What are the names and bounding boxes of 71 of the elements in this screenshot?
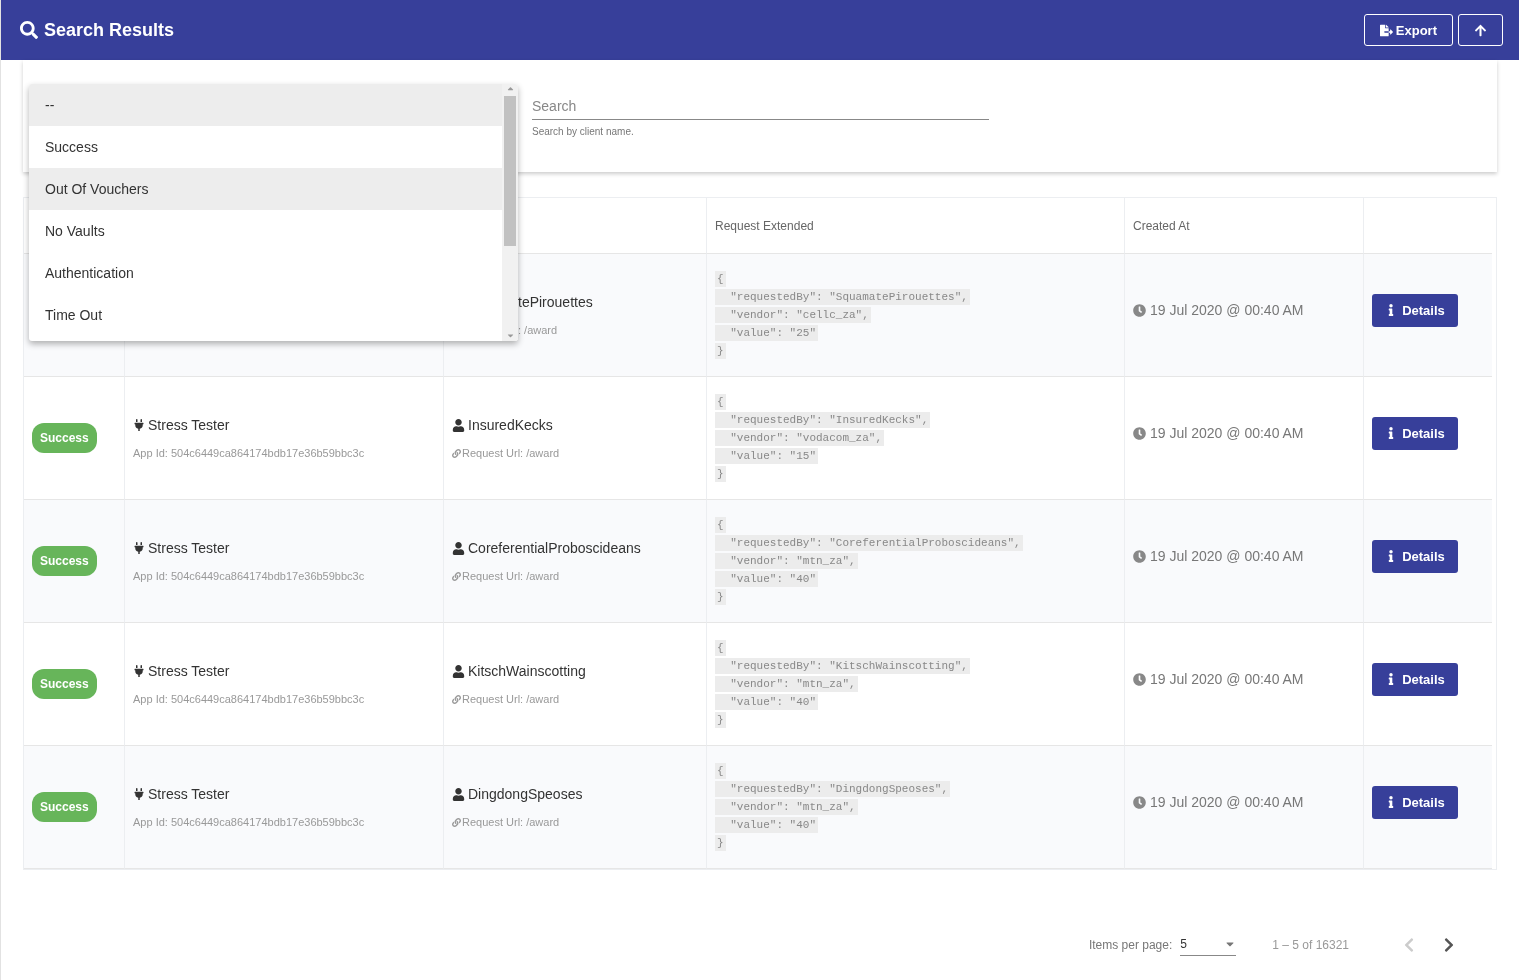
app-name: Stress Tester: [133, 540, 435, 556]
details-button[interactable]: Details: [1372, 662, 1458, 696]
user-icon: [452, 664, 465, 678]
json-block: { "requestedBy": "CoreferentialProboscideans", "vendor": "mtn_za", "value": "40" }: [715, 517, 1116, 605]
details-button[interactable]: Details: [1372, 539, 1458, 573]
app-name: Stress Tester: [133, 786, 435, 802]
caret-up-icon: [505, 84, 515, 93]
page-size-select[interactable]: 5: [1180, 934, 1237, 956]
link-icon: [452, 448, 461, 458]
created-date: 19 Jul 2020 @ 00:40 AM: [1133, 548, 1355, 564]
column-header: Created At: [1133, 218, 1191, 233]
details-button[interactable]: Details: [1372, 416, 1458, 450]
app-id: App Id: 504c6449ca864174bdb17e36b59bbc3c: [133, 816, 366, 828]
user-icon: [452, 418, 465, 432]
clock-icon: [1133, 549, 1146, 563]
client-name: InsuredKecks: [452, 417, 698, 433]
scrollbar[interactable]: [502, 84, 518, 341]
client-name: KitschWainscotting: [452, 663, 698, 679]
dropdown-option[interactable]: --: [29, 84, 502, 126]
clock-icon: [1133, 672, 1146, 686]
app-id: App Id: 504c6449ca864174bdb17e36b59bbc3c: [133, 447, 366, 459]
plug-icon: [133, 665, 145, 677]
json-block: { "requestedBy": "DingdongSpeoses", "vendor": "mtn_za", "value": "40" }: [715, 763, 1116, 851]
status-badge: Success: [32, 546, 97, 576]
field-hint: Search by client name.: [532, 126, 635, 137]
plug-icon: [133, 542, 145, 554]
details-button[interactable]: Details: [1372, 785, 1458, 819]
json-block: { "requestedBy": "InsuredKecks", "vendor": "vodacom_za", "value": "15" }: [715, 394, 1116, 482]
app-name: Stress Tester: [133, 417, 435, 433]
arrow-up-icon: [1474, 23, 1487, 37]
clock-icon: [1133, 795, 1146, 809]
dropdown-option[interactable]: Out Of Vouchers: [29, 168, 502, 210]
link-icon: [452, 694, 461, 704]
plug-icon: [133, 788, 145, 800]
caret-down-icon: [505, 331, 515, 340]
status-badge: Success: [32, 669, 97, 699]
details-button[interactable]: Details: [1372, 293, 1458, 327]
client-name: tePirouettes: [518, 294, 594, 310]
page-title: Search Results: [44, 19, 176, 41]
client-name: DingdongSpeoses: [452, 786, 698, 802]
json-block: { "requestedBy": "SquamatePirouettes", "vendor": "cellc_za", "value": "25" }: [715, 271, 1116, 359]
export-icon: [1379, 23, 1393, 37]
export-button[interactable]: Export: [1363, 14, 1453, 46]
plug-icon: [133, 419, 145, 431]
page-range: 1 – 5 of 16321: [1272, 938, 1349, 952]
link-icon: [452, 817, 461, 827]
created-date: 19 Jul 2020 @ 00:40 AM: [1133, 671, 1355, 687]
request-url: Request Url: /award: [452, 693, 698, 705]
request-url: : /award: [518, 324, 559, 336]
request-url: Request Url: /award: [452, 816, 698, 828]
items-per-page-label: Items per page:: [1088, 938, 1173, 952]
created-date: 19 Jul 2020 @ 00:40 AM: [1133, 425, 1355, 441]
status-badge: Success: [32, 792, 97, 822]
request-url: Request Url: /award: [452, 447, 698, 459]
search-icon: [20, 21, 38, 39]
app-name: Stress Tester: [133, 663, 435, 679]
clock-icon: [1133, 303, 1146, 317]
link-icon: [452, 571, 461, 581]
column-header: Request Extended: [715, 218, 815, 233]
json-block: { "requestedBy": "KitschWainscotting", "vendor": "mtn_za", "value": "40" }: [715, 640, 1116, 728]
created-date: 19 Jul 2020 @ 00:40 AM: [1133, 302, 1355, 318]
created-date: 19 Jul 2020 @ 00:40 AM: [1133, 794, 1355, 810]
client-name: CoreferentialProboscideans: [452, 540, 698, 556]
app-id: App Id: 504c6449ca864174bdb17e36b59bbc3c: [133, 570, 366, 582]
clock-icon: [1133, 426, 1146, 440]
request-url: Request Url: /award: [452, 570, 698, 582]
scroll-up-button[interactable]: [1458, 14, 1503, 46]
app-id: App Id: 504c6449ca864174bdb17e36b59bbc3c: [133, 693, 366, 705]
status-badge: Success: [32, 423, 97, 453]
user-icon: [452, 541, 465, 555]
user-icon: [452, 787, 465, 801]
